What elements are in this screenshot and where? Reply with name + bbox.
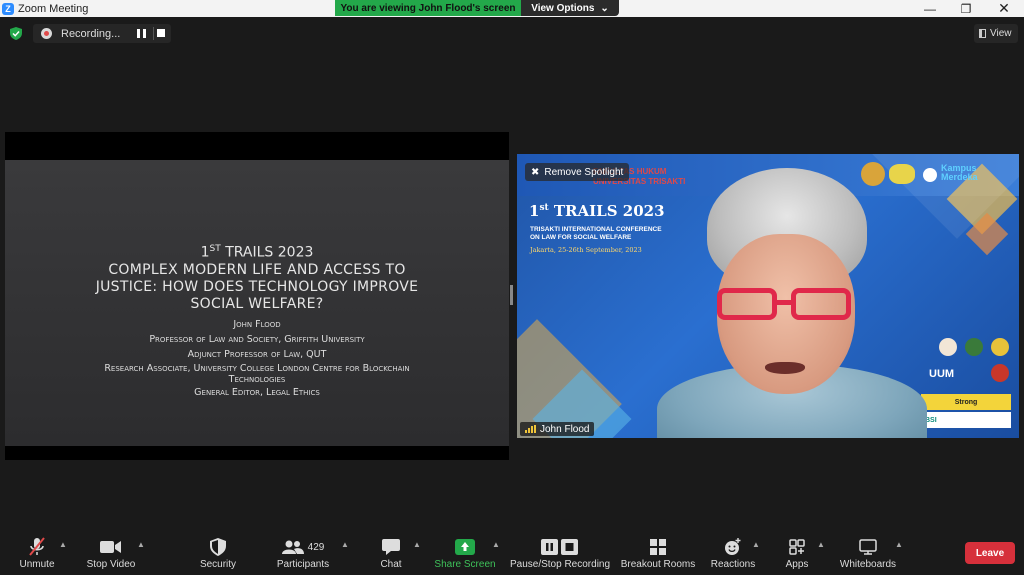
viewing-screen-label: You are viewing John Flood's screen (335, 0, 521, 16)
reactions-button[interactable]: Reactions (710, 530, 756, 575)
slide-author: John Flood (233, 318, 281, 330)
security-button[interactable]: Security (198, 530, 238, 575)
slide-title-line-3: SOCIAL WELFARE? (190, 295, 324, 312)
slide-role-4: General Editor, Legal Ethics (194, 386, 320, 398)
window-title: Zoom Meeting (18, 2, 89, 15)
whiteboards-options-chevron-icon[interactable]: ▲ (895, 540, 903, 549)
reactions-options-chevron-icon[interactable]: ▲ (752, 540, 760, 549)
audio-options-chevron-icon[interactable]: ▲ (59, 540, 67, 549)
pin-icon: ✖ (531, 166, 540, 178)
participant-name-tag: John Flood (520, 422, 595, 436)
restore-button[interactable]: ❐ (948, 0, 984, 17)
breakout-rooms-button[interactable]: Breakout Rooms (620, 530, 696, 575)
close-button[interactable]: ✕ (986, 0, 1022, 17)
pause-recording-button[interactable] (137, 29, 146, 38)
strong-logo: Strong (921, 394, 1011, 410)
apps-icon (789, 536, 805, 558)
partner-logo-icon (991, 364, 1009, 382)
remove-spotlight-button[interactable]: ✖ Remove Spotlight (525, 163, 630, 181)
partner-logo-icon (991, 338, 1009, 356)
slide-role-1: Professor of Law and Society, Griffith U… (149, 333, 365, 345)
screen-share-banner: You are viewing John Flood's screen View… (335, 0, 619, 16)
conference-name: TRISAKTI INTERNATIONAL CONFERENCE ON LAW… (530, 226, 662, 241)
share-screen-icon (455, 536, 475, 558)
slide-title-line-2: JUSTICE: HOW DOES TECHNOLOGY IMPROVE (95, 278, 419, 295)
trails-heading: 1st TRAILS 2023 (529, 202, 665, 220)
smiley-plus-icon (724, 536, 742, 558)
recording-divider (153, 27, 154, 40)
unmute-button[interactable]: Unmute (14, 530, 60, 575)
shared-screen: 1ST TRAILS 2023 COMPLEX MODERN LIFE AND … (5, 132, 509, 460)
chat-button[interactable]: Chat (372, 530, 410, 575)
sponsor-logo-icon (889, 164, 915, 184)
sponsor-logo-icon (923, 168, 937, 182)
meeting-toolbar: Unmute ▲ Stop Video ▲ Security 429 Parti… (0, 530, 1024, 575)
view-options-label: View Options (531, 2, 595, 14)
conference-date: Jakarta, 25-26th September, 2023 (530, 246, 642, 254)
split-resize-handle[interactable] (510, 285, 513, 305)
slide-role-2: Adjunct Professor of Law, QUT (187, 348, 327, 360)
recording-label: Recording... (61, 27, 121, 40)
participants-icon: 429 (281, 536, 325, 558)
participants-button[interactable]: 429 Participants (274, 530, 332, 575)
apps-options-chevron-icon[interactable]: ▲ (817, 540, 825, 549)
speaker-video[interactable]: FAKULTAS HUKUM UNIVERSITAS TRISAKTI Kamp… (517, 154, 1019, 438)
video-options-chevron-icon[interactable]: ▲ (137, 540, 145, 549)
recording-indicator: Recording... (33, 24, 171, 43)
speaker-mouth (765, 362, 805, 374)
participants-count: 429 (307, 541, 325, 553)
encryption-shield-icon[interactable] (10, 27, 22, 40)
shield-icon (210, 536, 226, 558)
partner-logo-icon (965, 338, 983, 356)
stop-recording-button[interactable] (157, 29, 165, 37)
slide-author-block: John Flood Professor of Law and Society,… (5, 318, 509, 400)
pause-stop-recording-button[interactable]: Pause/Stop Recording (510, 530, 610, 575)
slide-content: 1ST TRAILS 2023 COMPLEX MODERN LIFE AND … (5, 240, 509, 400)
glasses-left (717, 288, 777, 320)
uum-logo: UUM (929, 368, 955, 380)
chat-options-chevron-icon[interactable]: ▲ (413, 540, 421, 549)
view-label: View (990, 28, 1012, 39)
glasses-bridge (775, 300, 793, 305)
view-layout-button[interactable]: View (974, 24, 1018, 43)
layout-icon (979, 29, 986, 38)
kampus-merdeka-logo: Kampus Merdeka (941, 163, 978, 182)
minimize-button[interactable]: — (912, 0, 948, 17)
microphone-muted-icon (28, 536, 46, 558)
bsi-logo: BSI (921, 412, 1011, 428)
whiteboard-icon (859, 536, 877, 558)
zoom-logo-icon: Z (2, 2, 14, 15)
view-options-button[interactable]: View Options ⌄ (521, 0, 619, 16)
chat-bubble-icon (382, 536, 400, 558)
whiteboards-button[interactable]: Whiteboards (838, 530, 898, 575)
glasses-right (791, 288, 851, 320)
apps-button[interactable]: Apps (782, 530, 812, 575)
record-icon (41, 28, 52, 39)
share-screen-button[interactable]: Share Screen (434, 530, 496, 575)
partner-logo-icon (939, 338, 957, 356)
slide-edition: 1ST TRAILS 2023 (200, 244, 314, 261)
presentation-slide: 1ST TRAILS 2023 COMPLEX MODERN LIFE AND … (5, 160, 509, 446)
pause-stop-recording-icon (541, 536, 579, 558)
leave-meeting-button[interactable]: Leave (965, 542, 1015, 564)
breakout-rooms-icon (650, 536, 666, 558)
slide-role-3: Research Associate, University College L… (104, 362, 410, 385)
share-options-chevron-icon[interactable]: ▲ (492, 540, 500, 549)
video-camera-icon (100, 536, 122, 558)
slide-title-line-1: COMPLEX MODERN LIFE AND ACCESS TO (108, 261, 406, 278)
sponsor-logo-icon (861, 162, 885, 186)
stop-video-button[interactable]: Stop Video (84, 530, 138, 575)
chevron-down-icon: ⌄ (600, 2, 609, 14)
participants-options-chevron-icon[interactable]: ▲ (341, 540, 349, 549)
signal-bars-icon (525, 425, 536, 433)
